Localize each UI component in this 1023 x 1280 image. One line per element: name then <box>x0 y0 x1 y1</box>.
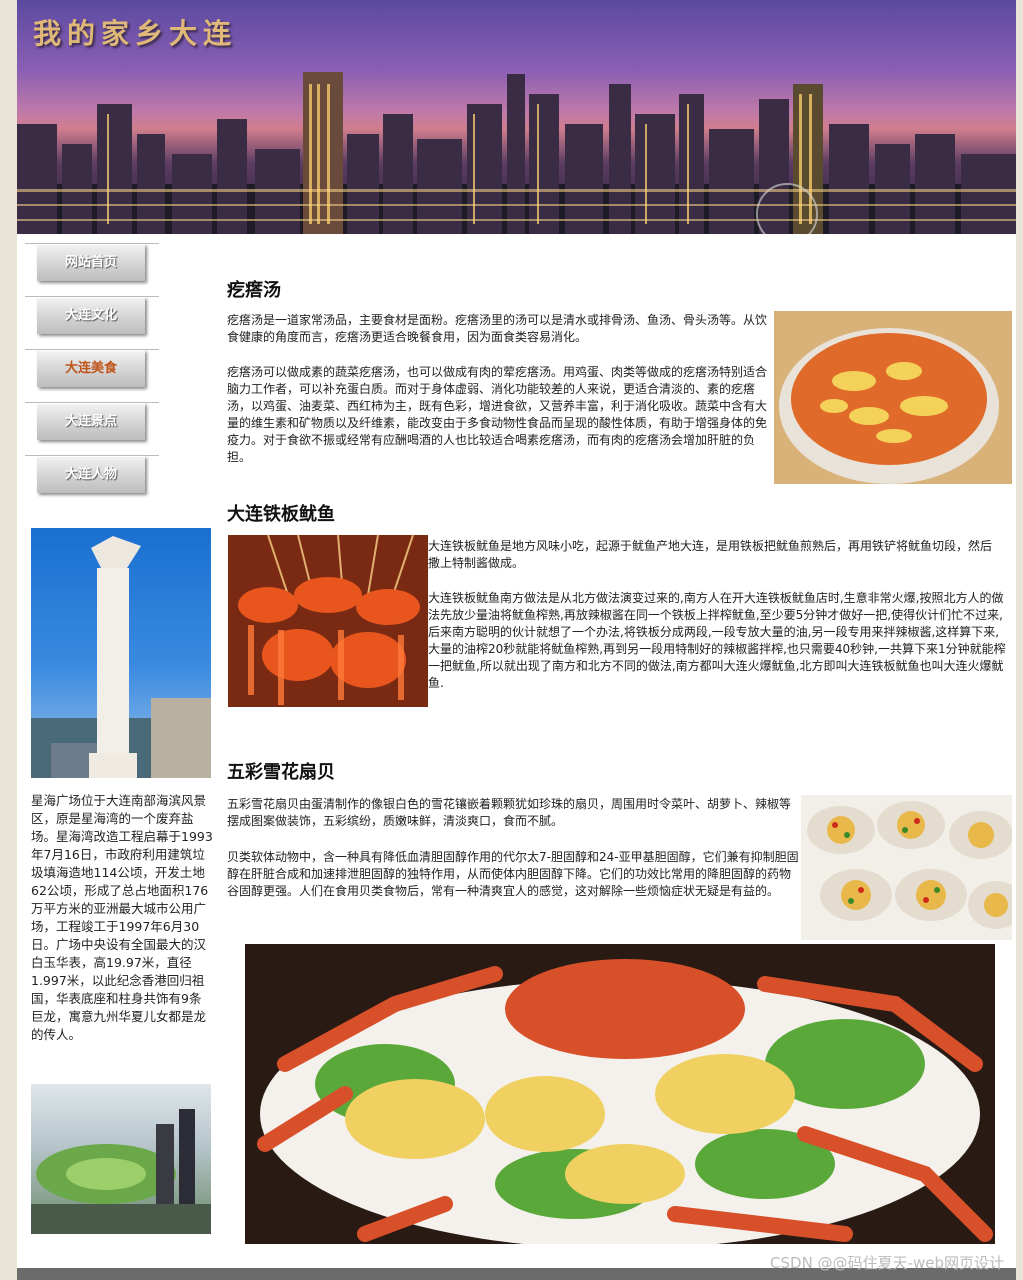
nav-culture-button[interactable]: 大连文化 <box>25 296 159 334</box>
banner-title: 我的家乡大连 <box>33 17 238 50</box>
geda-soup-image <box>774 311 1012 484</box>
squid-paragraph-1: 大连铁板鱿鱼是地方风味小吃，起源于鱿鱼产地大连，是用铁板把鱿鱼煎熟后，再用铁铲将… <box>428 539 993 570</box>
nav-food-button[interactable]: 大连美食 <box>25 349 159 387</box>
csdn-watermark: CSDN @@码住夏天-web网页设计 <box>770 1254 1004 1272</box>
section-title-geda-soup: 疙瘩汤 <box>227 280 281 301</box>
xinghai-square-image <box>31 1084 211 1234</box>
squid-paragraph-2: 大连铁板鱿鱼南方做法是从北方做法演变过来的,南方人在开大连铁板鱿鱼店时,生意非常… <box>428 591 1006 690</box>
scallop-paragraph-2: 贝类软体动物中，含一种具有降低血清胆固醇作用的代尔太7-胆固醇和24-亚甲基胆固… <box>227 850 799 898</box>
page-container: 我的家乡大连 网站首页 大连文化 大连美食 大连景点 大连人物 星海广场位于大连… <box>17 0 1016 1280</box>
banner: 我的家乡大连 <box>17 0 1016 234</box>
left-nav: 网站首页 大连文化 大连美食 大连景点 大连人物 <box>25 243 159 509</box>
sidebar-description: 星海广场位于大连南部海滨风景区，原是星海湾的一个废弃盐场。星海湾改造工程启幕于1… <box>31 793 213 1042</box>
nav-people-button[interactable]: 大连人物 <box>25 455 159 493</box>
section-title-scallop: 五彩雪花扇贝 <box>227 762 335 783</box>
city-skyline-image <box>17 72 1016 234</box>
nav-home-button[interactable]: 网站首页 <box>25 243 159 281</box>
iron-plate-squid-image <box>228 535 428 707</box>
scallop-paragraph-1: 五彩雪花扇贝由蛋清制作的像银白色的雪花镶嵌着颗颗犹如珍珠的扇贝，周围用时令菜叶、… <box>227 797 792 828</box>
section-title-squid: 大连铁板鱿鱼 <box>227 504 335 525</box>
geda-soup-paragraph-2: 疙瘩汤可以做成素的蔬菜疙瘩汤，也可以做成有肉的荤疙瘩汤。用鸡蛋、肉类等做成的疙瘩… <box>227 365 768 464</box>
crab-dish-image <box>245 944 995 1244</box>
nav-scenery-button[interactable]: 大连景点 <box>25 402 159 440</box>
huabiao-column-image <box>31 528 211 778</box>
scallop-image <box>801 795 1012 940</box>
geda-soup-paragraph-1: 疙瘩汤是一道家常汤品，主要食材是面粉。疙瘩汤里的汤可以是清水或排骨汤、鱼汤、骨头… <box>227 313 768 344</box>
